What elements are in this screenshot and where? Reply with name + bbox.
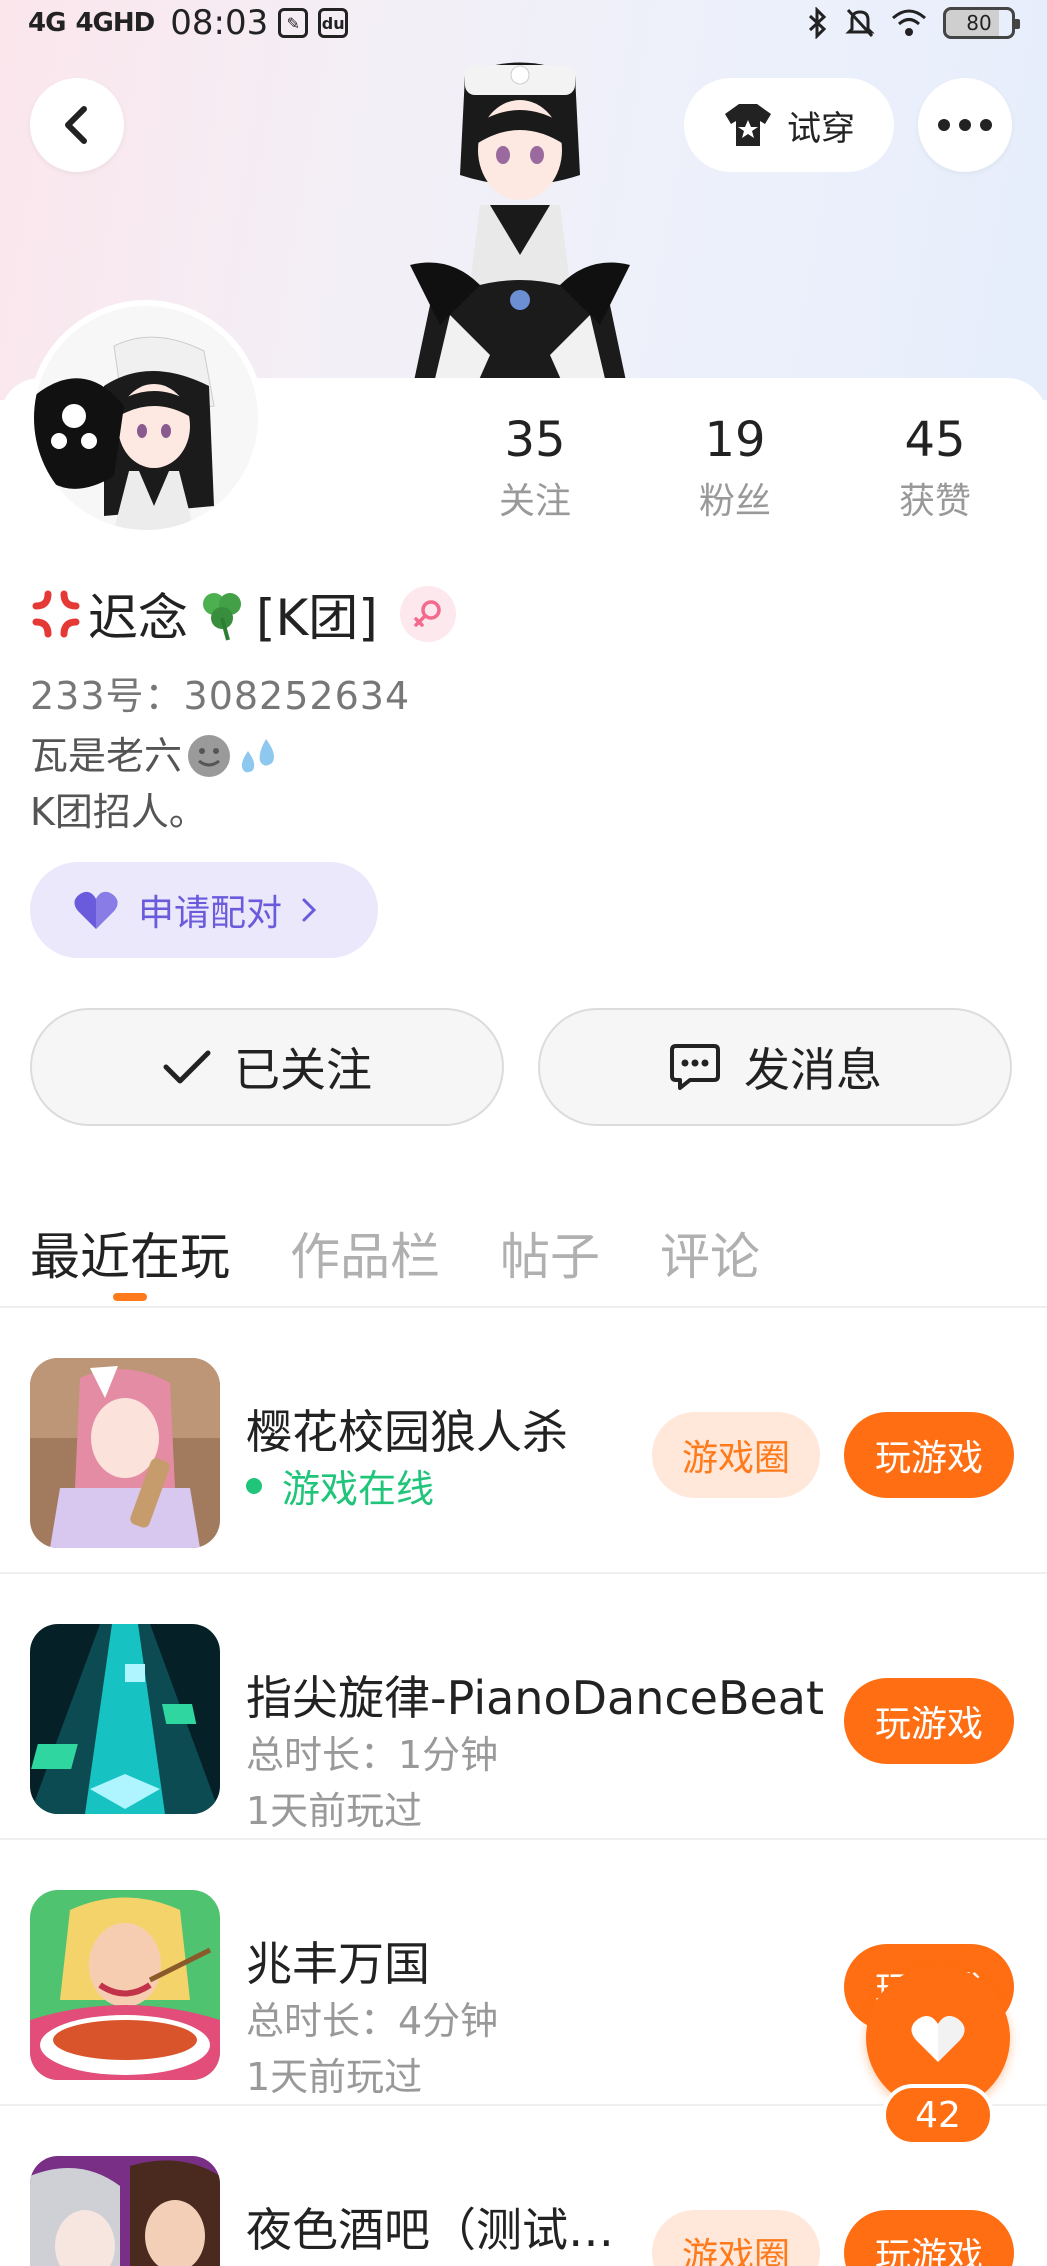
game-title: 樱花校园狼人杀	[246, 1405, 568, 1459]
back-button[interactable]	[30, 78, 124, 172]
send-message-button[interactable]: 发消息	[538, 1008, 1012, 1126]
tab-posts[interactable]: 帖子	[500, 1199, 600, 1307]
play-game-button[interactable]: 玩游戏	[844, 1412, 1014, 1498]
profile-stats: 35 关注 19 粉丝 45 获赞	[450, 412, 1020, 524]
profile-name-suffix: [K团]	[256, 589, 378, 647]
last-played: 1天前玩过	[246, 1789, 423, 1833]
clover-icon	[203, 593, 241, 641]
profile-bio: 瓦是老六 K团招人。	[30, 728, 282, 840]
mute-bell-icon	[845, 8, 875, 38]
followed-label: 已关注	[234, 1043, 372, 1097]
avatar[interactable]	[28, 300, 264, 536]
heart-icon	[911, 2015, 965, 2062]
profile-name-row: 迟念 [K团]	[30, 578, 456, 650]
battery-indicator: 80	[943, 7, 1020, 39]
app-notification-icon: du	[318, 8, 349, 38]
tab-comments[interactable]: 评论	[660, 1199, 760, 1307]
game-icon-piano	[30, 1624, 220, 1814]
stat-fans-count: 19	[704, 412, 766, 468]
status-bar: 4G 4GHD 08:03 ✎ du 80	[0, 0, 1047, 46]
sweat-drops-icon	[241, 739, 275, 773]
try-on-label: 试穿	[787, 108, 855, 149]
user-id: 233号：308252634	[30, 674, 411, 718]
list-item[interactable]: 指尖旋律-PianoDanceBeat 总时长：1分钟 1天前玩过 玩游戏	[0, 1574, 1047, 1840]
like-count-badge: 42	[882, 2084, 994, 2146]
play-duration: 总时长：4分钟	[246, 1999, 499, 2043]
more-dots-icon	[938, 119, 992, 131]
avatar-character-illustration	[410, 62, 630, 400]
profile-name: 迟念	[88, 589, 188, 647]
list-item[interactable]: 樱花校园狼人杀 游戏在线 游戏圈 玩游戏	[0, 1308, 1047, 1574]
stat-likes[interactable]: 45 获赞	[850, 412, 1020, 524]
game-icon-sakura	[30, 1358, 220, 1548]
request-pair-button[interactable]: 申请配对	[30, 862, 378, 958]
play-duration: 总时长：18小时	[246, 2256, 522, 2266]
status-time: 08:03	[170, 3, 269, 43]
stat-following-count: 35	[504, 412, 566, 468]
female-gender-icon	[399, 586, 456, 642]
play-duration: 总时长：1分钟	[246, 1733, 499, 1777]
notification-icon: ✎	[278, 8, 309, 38]
stat-likes-count: 45	[904, 412, 966, 468]
chevron-right-icon	[302, 898, 317, 922]
followed-button[interactable]: 已关注	[30, 1008, 504, 1126]
send-message-label: 发消息	[744, 1043, 882, 1097]
chat-bubble-icon	[670, 1044, 720, 1090]
try-on-button[interactable]: 试穿	[684, 78, 894, 172]
last-played: 1天前玩过	[246, 2055, 423, 2099]
game-circle-button[interactable]: 游戏圈	[652, 1412, 820, 1498]
online-dot	[246, 1477, 262, 1494]
play-game-button[interactable]: 玩游戏	[844, 2210, 1014, 2266]
game-icon-noodles	[30, 1890, 220, 2080]
more-button[interactable]	[918, 78, 1012, 172]
tab-works[interactable]: 作品栏	[290, 1199, 440, 1307]
tshirt-icon	[725, 104, 771, 146]
online-status: 游戏在线	[246, 1458, 434, 1513]
network-indicator-hd: 4GHD	[75, 8, 155, 38]
check-icon	[163, 1050, 211, 1084]
play-game-button[interactable]: 玩游戏	[844, 1678, 1014, 1764]
game-circle-button[interactable]: 游戏圈	[652, 2210, 820, 2266]
stat-following[interactable]: 35 关注	[450, 412, 620, 524]
bio-line-2: K团招人。	[30, 790, 207, 834]
stat-fans-label: 粉丝	[698, 481, 771, 522]
grinning-face-icon	[188, 735, 231, 777]
wifi-icon	[892, 9, 926, 36]
heart-icon	[74, 891, 118, 929]
stat-following-label: 关注	[498, 481, 571, 522]
request-pair-label: 申请配对	[138, 893, 283, 934]
bluetooth-icon	[808, 7, 827, 39]
game-title: 指尖旋律-PianoDanceBeat	[246, 1671, 825, 1725]
stat-likes-label: 获赞	[898, 481, 971, 522]
network-indicator: 4G	[28, 8, 66, 38]
anger-symbol-icon	[32, 590, 80, 638]
game-title: 夜色酒吧（测试…	[246, 2203, 614, 2257]
tab-recent-played[interactable]: 最近在玩	[30, 1199, 230, 1307]
bio-line-1: 瓦是老六	[30, 734, 183, 778]
stat-fans[interactable]: 19 粉丝	[650, 412, 820, 524]
online-status-label: 游戏在线	[282, 1467, 435, 1511]
game-icon-night-bar	[30, 2156, 220, 2266]
profile-tabs: 最近在玩 作品栏 帖子 评论	[0, 1200, 1047, 1308]
game-title: 兆丰万国	[246, 1937, 430, 1991]
chevron-left-icon	[65, 106, 87, 144]
